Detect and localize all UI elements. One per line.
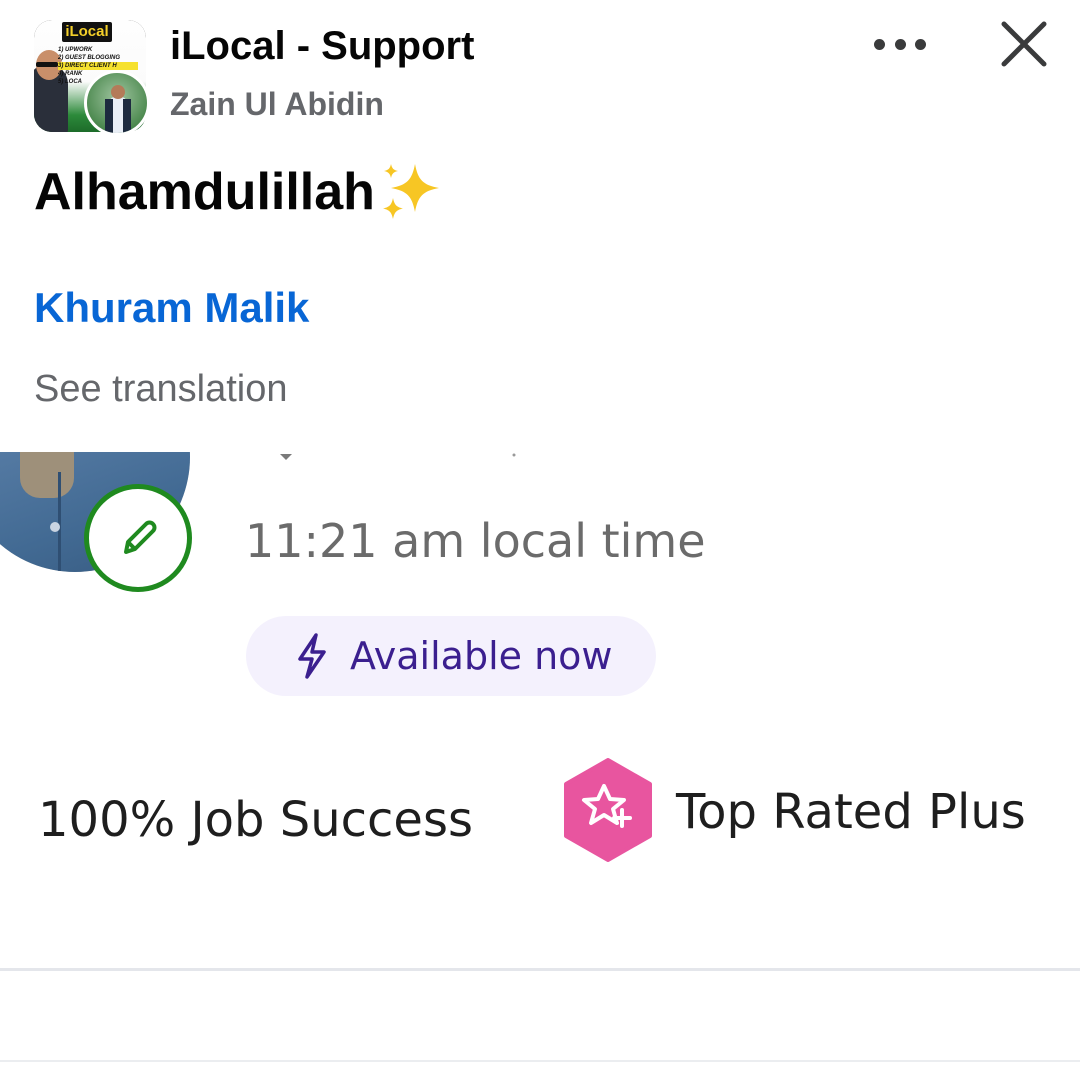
sparkles-emoji-icon [382, 164, 439, 219]
more-options-button[interactable] [868, 26, 932, 62]
availability-label: Available now [350, 634, 613, 678]
job-success-text: 100% Job Success [38, 792, 473, 848]
author-name-link[interactable]: Zain Ul Abidin [170, 86, 384, 123]
group-avatar-glasses [36, 62, 58, 67]
availability-badge: Available now [246, 616, 656, 696]
profile-photo-button [50, 522, 60, 532]
post-message-text: Alhamdulillah [34, 163, 375, 221]
group-name-link[interactable]: iLocal - Support [170, 24, 474, 69]
group-avatar-list-item: 3) DIRECT CLIENT H [58, 62, 138, 70]
post-header: iLocal 1) UPWORK 2) GUEST BLOGGING 3) DI… [0, 0, 1080, 150]
lightning-bolt-icon [298, 633, 326, 679]
author-avatar-coat-left [105, 99, 113, 133]
more-horizontal-icon-dot [894, 38, 906, 50]
see-translation-link[interactable]: See translation [34, 368, 288, 411]
author-avatar-head [111, 85, 125, 99]
post-message: Alhamdulillah [34, 160, 447, 224]
group-avatar-list-item: 1) UPWORK [58, 47, 93, 53]
close-button[interactable] [996, 16, 1052, 72]
close-icon [1001, 21, 1047, 67]
more-horizontal-icon [874, 38, 885, 50]
local-time-text: 11:21 am local time [245, 514, 706, 568]
pencil-icon [124, 520, 157, 554]
top-rated-plus-label: Top Rated Plus [676, 784, 1026, 840]
author-avatar[interactable] [84, 70, 150, 136]
author-avatar-coat-right [123, 99, 131, 133]
divider [0, 1060, 1080, 1062]
divider [0, 968, 1080, 971]
group-avatar-logo: iLocal [62, 22, 112, 42]
mention-link[interactable]: Khuram Malik [34, 284, 309, 332]
edit-profile-button [84, 484, 192, 592]
post-image[interactable]: 11:21 am local time Available now 100% J… [0, 452, 1080, 970]
group-avatar-list-item: 2) GUEST BLOGGING [58, 55, 121, 61]
cropped-text-remnant [280, 453, 516, 460]
more-horizontal-icon-dot [915, 38, 926, 50]
profile-photo-shirt [20, 452, 74, 498]
star-plus-hexagon-icon [564, 758, 652, 862]
profile-photo-seam [58, 472, 61, 572]
